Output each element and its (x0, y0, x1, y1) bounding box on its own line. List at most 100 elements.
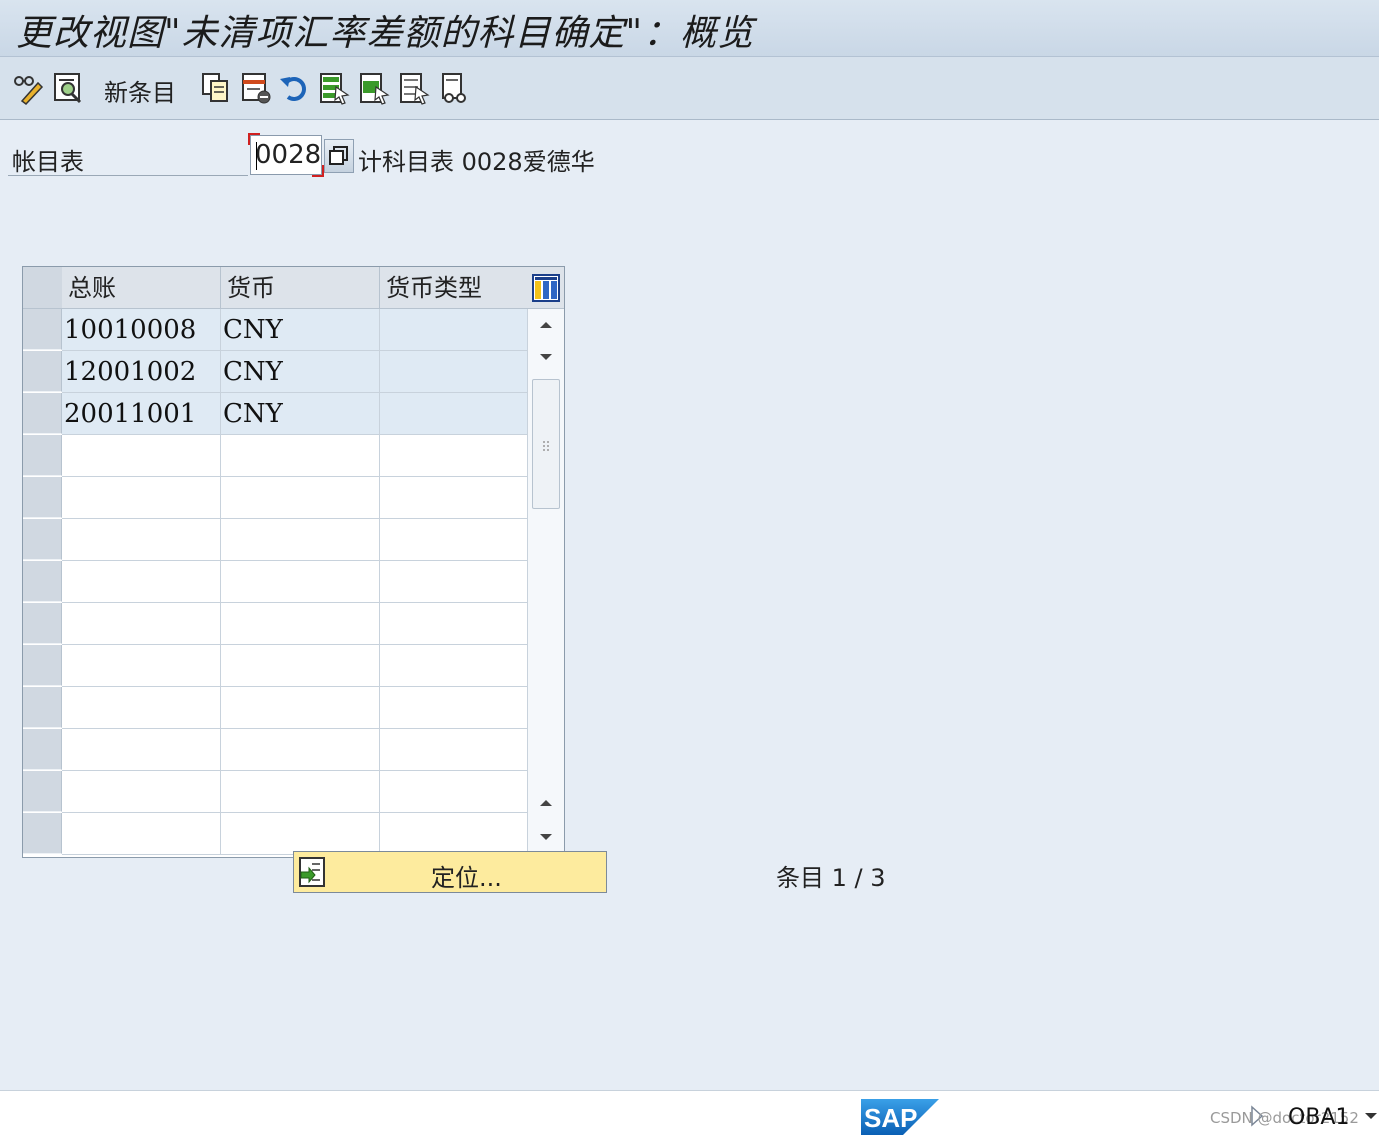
cell-gl-account[interactable] (62, 519, 221, 561)
scroll-down-button[interactable] (532, 343, 560, 371)
cell-gl-account[interactable] (62, 729, 221, 771)
value-help-icon (329, 146, 348, 165)
label-underline (8, 175, 248, 176)
chevron-down-icon (540, 354, 552, 360)
chart-of-accounts-label: 帐目表 (12, 148, 84, 176)
select-all-icon[interactable] (318, 71, 350, 105)
cell-currency-type[interactable] (380, 561, 528, 603)
cell-currency-type[interactable] (380, 729, 528, 771)
main-content: 帐目表 0028 计科目表 0028爱德华 总账 货币 货币类型 1001000… (0, 120, 1379, 1090)
cell-currency-type[interactable] (380, 813, 528, 855)
scroll-thumb[interactable] (532, 379, 560, 509)
cell-currency[interactable] (221, 561, 380, 603)
row-selector[interactable] (23, 687, 62, 728)
table-settings-button[interactable] (528, 267, 564, 309)
page-down-button[interactable] (532, 823, 560, 851)
sap-logo-text: SAP (864, 1103, 917, 1133)
deselect-all-icon[interactable] (398, 71, 430, 105)
cell-currency-type[interactable] (380, 771, 528, 813)
table-settings-icon (532, 274, 560, 302)
position-icon (299, 857, 325, 887)
cell-currency[interactable] (221, 435, 380, 477)
sap-logo: SAP (861, 1099, 939, 1135)
delete-icon[interactable] (240, 71, 272, 105)
cell-gl-account[interactable]: 20011001 (62, 393, 221, 435)
row-selector[interactable] (23, 813, 62, 854)
row-selector[interactable] (23, 561, 62, 602)
select-block-icon[interactable] (358, 71, 390, 105)
chart-of-accounts-description: 计科目表 0028爱德华 (358, 148, 595, 176)
chart-of-accounts-value: 0028 (255, 140, 322, 170)
copy-icon[interactable] (200, 71, 232, 105)
window-title: 更改视图"未清项汇率差额的科目确定"：概览 (16, 13, 755, 54)
cell-currency[interactable]: CNY (221, 309, 380, 351)
text-cursor (256, 142, 257, 170)
cell-gl-account[interactable] (62, 687, 221, 729)
cell-currency[interactable]: CNY (221, 393, 380, 435)
row-selector[interactable] (23, 393, 62, 434)
entries-counter: 条目 1 / 3 (776, 864, 886, 892)
table-control: 总账 货币 货币类型 10010008 CNY 12001002 CNY 2001100… (22, 266, 565, 858)
cell-currency[interactable] (221, 729, 380, 771)
position-button-label: 定位... (431, 864, 502, 892)
cell-currency[interactable]: CNY (221, 351, 380, 393)
cell-currency-type[interactable] (380, 645, 528, 687)
cell-currency[interactable] (221, 645, 380, 687)
column-header-currency-type[interactable]: 货币类型 (380, 267, 528, 309)
position-button[interactable]: 定位... (293, 851, 607, 893)
cell-gl-account[interactable] (62, 813, 221, 855)
new-entries-button[interactable]: 新条目 (104, 73, 176, 108)
scroll-up-button[interactable] (532, 311, 560, 339)
cell-currency[interactable] (221, 603, 380, 645)
cell-currency-type[interactable] (380, 519, 528, 561)
print-icon[interactable] (438, 71, 470, 105)
row-selector[interactable] (23, 645, 62, 686)
cell-currency-type[interactable] (380, 393, 528, 435)
chevron-down-icon (540, 834, 552, 840)
cell-gl-account[interactable] (62, 603, 221, 645)
row-selector[interactable] (23, 603, 62, 644)
cell-gl-account[interactable] (62, 561, 221, 603)
edit-toggle-icon[interactable] (12, 71, 44, 105)
cell-gl-account[interactable] (62, 477, 221, 519)
row-selector[interactable] (23, 351, 62, 392)
application-toolbar: 新条目 (0, 57, 1379, 120)
row-selector[interactable] (23, 771, 62, 812)
cell-currency-type[interactable] (380, 351, 528, 393)
transaction-code: OBA1 (1288, 1105, 1350, 1130)
column-header-gl-account[interactable]: 总账 (62, 267, 221, 309)
chevron-down-icon[interactable] (1364, 1111, 1378, 1121)
cell-gl-account[interactable] (62, 435, 221, 477)
cell-currency[interactable] (221, 519, 380, 561)
row-selector[interactable] (23, 309, 62, 350)
value-help-button[interactable] (324, 139, 354, 173)
chevron-up-icon (540, 800, 552, 806)
cell-gl-account[interactable]: 10010008 (62, 309, 221, 351)
row-selector[interactable] (23, 477, 62, 518)
chart-of-accounts-input[interactable]: 0028 (248, 133, 324, 177)
vertical-scrollbar[interactable] (528, 309, 564, 857)
page-up-button[interactable] (532, 789, 560, 817)
cell-currency-type[interactable] (380, 477, 528, 519)
row-selector[interactable] (23, 435, 62, 476)
cell-gl-account[interactable] (62, 771, 221, 813)
cell-currency-type[interactable] (380, 687, 528, 729)
undo-icon[interactable] (278, 71, 310, 105)
details-icon[interactable] (52, 71, 84, 105)
select-all-rows-cell[interactable] (23, 267, 62, 309)
cell-gl-account[interactable]: 12001002 (62, 351, 221, 393)
row-selector[interactable] (23, 729, 62, 770)
cell-currency[interactable] (221, 477, 380, 519)
cell-currency-type[interactable] (380, 603, 528, 645)
cell-gl-account[interactable] (62, 645, 221, 687)
cell-currency[interactable] (221, 687, 380, 729)
cell-currency-type[interactable] (380, 435, 528, 477)
chevron-up-icon (540, 322, 552, 328)
cell-currency[interactable] (221, 813, 380, 855)
row-selector[interactable] (23, 519, 62, 560)
grip-icon (543, 441, 549, 451)
column-header-currency[interactable]: 货币 (221, 267, 380, 309)
cell-currency-type[interactable] (380, 309, 528, 351)
title-bar: 更改视图"未清项汇率差额的科目确定"：概览 (0, 0, 1379, 57)
cell-currency[interactable] (221, 771, 380, 813)
